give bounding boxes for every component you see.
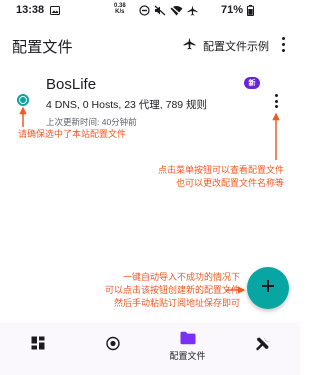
status-time: 13:38: [16, 4, 45, 16]
airplane-icon: [187, 5, 198, 19]
new-badge: 新: [244, 77, 260, 89]
add-profile-button[interactable]: [247, 267, 289, 309]
select-hint: 请确保选中了本站配置文件: [18, 129, 127, 139]
nav-item-profiles[interactable]: 配置文件: [150, 322, 225, 375]
menu-hint-line: 点击菜单按钮可以查看配置文件: [157, 165, 284, 175]
mute-icon: [154, 5, 166, 19]
nav-item-dashboard[interactable]: [0, 322, 75, 375]
gallery-icon: [50, 6, 60, 15]
profile-stats: 4 DNS, 0 Hosts, 23 代理, 789 规则: [46, 99, 208, 111]
menu-dot: [274, 99, 278, 103]
status-bar: 13:38 0.38 K/s 71%: [0, 0, 300, 22]
fab-hint-line: 然后手动粘贴订阅地址保存即可: [113, 298, 240, 308]
fab-hint: 一键自动导入不成功的情况下 可以点击该按钮创建新的配置文件 然后手动粘贴订阅地址…: [50, 271, 240, 310]
net-speed-unit: K/s: [115, 9, 125, 15]
fab-hint-line: 一键自动导入不成功的情况下: [122, 272, 240, 282]
menu-dot: [274, 94, 278, 97]
profile-card[interactable]: BosLife 新 4 DNS, 0 Hosts, 23 代理, 789 规则 …: [6, 66, 294, 127]
profile-menu-button[interactable]: [272, 92, 280, 110]
net-speed: 0.38 K/s: [114, 3, 126, 15]
plus-icon: [261, 279, 275, 298]
menu-hint-line: 也可以更改配置文件名称等: [175, 178, 284, 188]
profile-radio-selected: [20, 97, 26, 103]
more-vert-icon[interactable]: [277, 34, 289, 54]
more-dot: [281, 48, 285, 52]
airplane-icon[interactable]: [183, 37, 196, 50]
page-title: 配置文件: [12, 39, 73, 56]
nav-item-tools[interactable]: [225, 322, 300, 375]
battery-percent: 71%: [221, 4, 244, 16]
folder-icon: [180, 331, 196, 350]
tools-icon: [255, 336, 270, 356]
profile-updated-time: 上次更新时间: 40分钟前: [46, 117, 137, 127]
more-dot: [281, 42, 285, 46]
nav-label-profiles: 配置文件: [169, 351, 206, 361]
bottom-nav: 配置文件: [0, 322, 300, 375]
dashboard-icon: [31, 336, 45, 355]
target-icon: [105, 336, 120, 356]
wifi-icon: [170, 5, 183, 19]
menu-dot: [274, 105, 278, 108]
more-dot: [281, 36, 285, 40]
battery-icon: [247, 5, 254, 17]
fab-hint-line: 可以点击该按钮创建新的配置文件: [104, 285, 240, 295]
profile-name: BosLife: [46, 76, 97, 93]
app-bar: 配置文件 配置文件示例: [0, 22, 300, 66]
profile-radio[interactable]: [17, 94, 29, 106]
nav-item-proxy[interactable]: [75, 322, 150, 375]
status-icons: [139, 5, 198, 19]
menu-hint: 点击菜单按钮可以查看配置文件 也可以更改配置文件名称等: [158, 164, 284, 190]
profile-samples-button[interactable]: 配置文件示例: [203, 38, 269, 54]
dnd-icon: [139, 5, 150, 19]
